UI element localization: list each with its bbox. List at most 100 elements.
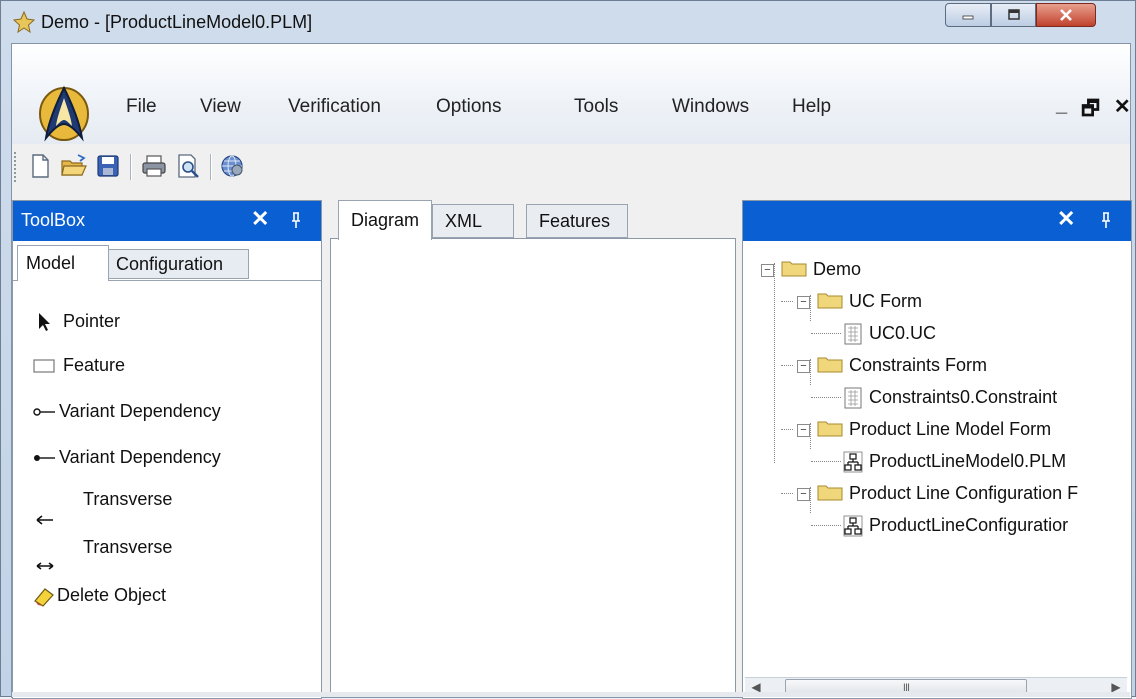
explorer-panel: ✕ − Demo − UC Form UC0.UC − Constraints … (742, 200, 1132, 699)
tree-node-productlinemodel0[interactable]: ProductLineModel0.PLM (743, 449, 1123, 475)
tab-model[interactable]: Model (17, 245, 109, 281)
tree-node-demo[interactable]: − Demo (743, 257, 1123, 283)
menu-windows[interactable]: Windows (672, 96, 749, 118)
starfleet-logo-icon (39, 85, 89, 142)
explorer-close-button[interactable]: ✕ (1057, 206, 1075, 232)
status-bar (12, 692, 1130, 697)
print-preview-icon[interactable] (174, 152, 202, 180)
tree-node-product-line-model-form[interactable]: − Product Line Model Form (743, 417, 1123, 443)
tab-xml-label: XML (445, 210, 483, 231)
tree-node-productlineconfiguration[interactable]: ProductLineConfiguratior (743, 513, 1123, 539)
tree-node-label: ProductLineModel0.PLM (869, 451, 1067, 471)
tool-delete-object-label: Delete Object (57, 585, 167, 605)
tree-node-label: ProductLineConfiguratior (869, 515, 1069, 535)
pin-icon[interactable] (289, 211, 303, 229)
window-maximize-button[interactable] (991, 3, 1036, 27)
tree-node-label: UC Form (849, 291, 922, 311)
tree-node-label: Product Line Configuration F (849, 483, 1079, 503)
tool-variant-dependency-label: Variant Dependency (59, 447, 221, 467)
folder-icon (817, 293, 843, 309)
document-area: Diagram XML Features (330, 200, 736, 697)
menu-tools[interactable]: Tools (574, 96, 618, 118)
tab-xml[interactable]: XML (432, 204, 514, 238)
window-controls (945, 3, 1096, 27)
tab-features[interactable]: Features (526, 204, 628, 238)
open-icon[interactable] (60, 152, 88, 180)
minimize-icon (962, 15, 974, 20)
collapse-icon[interactable]: − (797, 488, 810, 501)
collapse-icon[interactable]: − (797, 424, 810, 437)
mdi-minimize-button[interactable]: _ (1056, 94, 1067, 128)
tree-node-product-line-configuration-form[interactable]: − Product Line Configuration F (743, 481, 1123, 507)
pin-icon[interactable] (1099, 211, 1113, 229)
toolbar-grip[interactable] (14, 152, 18, 182)
tab-features-label: Features (539, 210, 611, 231)
folder-icon (817, 421, 843, 437)
window-minimize-button[interactable] (945, 3, 991, 27)
tree-node-uc-form[interactable]: − UC Form (743, 289, 1123, 315)
explorer-header: ✕ (743, 201, 1131, 241)
new-icon[interactable] (26, 152, 54, 180)
toolbar-separator (130, 154, 132, 180)
diagram-canvas[interactable] (330, 238, 736, 695)
mdi-close-button[interactable]: ✕ (1114, 94, 1131, 128)
tree-node-uc0[interactable]: UC0.UC (743, 321, 1123, 347)
collapse-icon[interactable]: − (797, 296, 810, 309)
toolbar (12, 144, 1130, 194)
window-title: Demo - [ProductLineModel0.PLM] (41, 12, 313, 32)
globe-icon[interactable] (218, 152, 246, 180)
tree-node-label: Product Line Model Form (849, 419, 1052, 439)
print-icon[interactable] (140, 152, 168, 180)
close-icon (1060, 9, 1072, 21)
hierarchy-diagram-icon (843, 515, 863, 537)
folder-icon (817, 485, 843, 501)
menu-options[interactable]: Options (436, 96, 501, 118)
feature-rectangle-icon (33, 359, 55, 373)
mdi-restore-button[interactable]: 🗗 (1081, 94, 1100, 128)
tool-transverse-label: Transverse (83, 537, 173, 557)
toolbox-close-button[interactable]: ✕ (251, 206, 269, 232)
save-icon[interactable] (94, 152, 122, 180)
mdi-controls: _ 🗗 ✕ (1056, 94, 1131, 128)
tree-node-constraints-form[interactable]: − Constraints Form (743, 353, 1123, 379)
filled-circle-connector-icon (34, 455, 55, 461)
app-logo-icon (13, 11, 35, 33)
folder-icon (781, 261, 807, 277)
open-circle-connector-icon (33, 408, 55, 416)
toolbar-separator (210, 154, 212, 180)
tab-configuration-label: Configuration (116, 253, 224, 274)
tool-feature-label: Feature (63, 355, 126, 375)
toolbox-panel: ToolBox ✕ Model Configuration Pointer Fe… (12, 200, 322, 699)
double-arrow-icon (36, 562, 54, 570)
left-arrow-icon (36, 515, 53, 525)
tool-transverse-label: Transverse (83, 489, 173, 509)
folder-icon (817, 357, 843, 373)
tree-node-label: Constraints Form (849, 355, 988, 375)
document-tabs: Diagram XML Features (330, 200, 736, 240)
menu-file[interactable]: File (126, 96, 157, 118)
menu-bar: File View Verification Options Tools Win… (12, 44, 1131, 144)
tree-node-label: UC0.UC (869, 323, 937, 343)
menu-view[interactable]: View (200, 96, 241, 118)
collapse-icon[interactable]: − (797, 360, 810, 373)
tree-node-label: Constraints0.Constraint (869, 387, 1058, 407)
grid-document-icon (844, 387, 862, 409)
tab-diagram-label: Diagram (351, 210, 420, 230)
maximize-icon (1007, 9, 1020, 20)
tree-node-label: Demo (813, 259, 862, 279)
eraser-icon (34, 588, 54, 607)
window-close-button[interactable] (1036, 3, 1096, 27)
tab-configuration[interactable]: Configuration (107, 249, 249, 279)
tab-diagram[interactable]: Diagram (338, 200, 432, 240)
pointer-icon (39, 313, 50, 331)
toolbox-header: ToolBox ✕ (13, 201, 321, 241)
collapse-icon[interactable]: − (761, 264, 774, 277)
tree-node-constraints0[interactable]: Constraints0.Constraint (743, 385, 1123, 411)
app-window: Demo - [ProductLineModel0.PLM] File View… (0, 0, 1136, 699)
toolbox-title: ToolBox (21, 210, 86, 230)
menu-help[interactable]: Help (792, 96, 831, 118)
grid-document-icon (844, 323, 862, 345)
tool-pointer-label: Pointer (63, 311, 121, 331)
tab-model-label: Model (26, 253, 76, 273)
menu-verification[interactable]: Verification (288, 96, 381, 118)
